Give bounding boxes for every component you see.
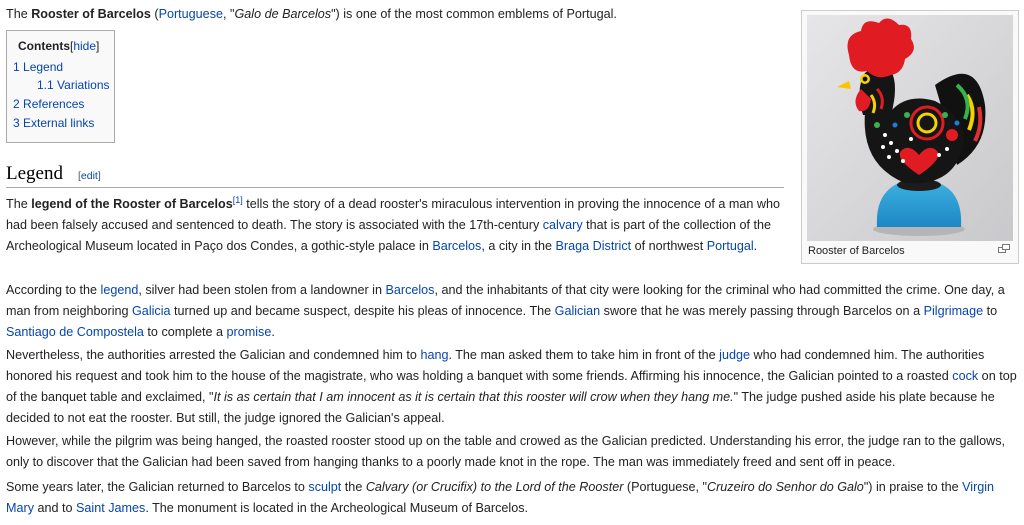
- toc-item-label: References: [23, 97, 85, 111]
- rooster-illustration: [807, 15, 1013, 241]
- text: to complete a: [143, 325, 227, 339]
- link-hang[interactable]: hang: [420, 348, 448, 362]
- italic-portuguese-name: Cruzeiro do Senhor do Galo: [706, 480, 864, 494]
- link-legend[interactable]: legend: [101, 283, 139, 297]
- link-promise[interactable]: promise: [227, 325, 272, 339]
- link-galicia[interactable]: Galicia: [132, 304, 171, 318]
- section-edit: [edit]: [78, 170, 101, 182]
- article-subject: Rooster of Barcelos: [31, 7, 151, 21]
- toc-item-variations[interactable]: 1.1 Variations: [37, 78, 110, 92]
- toc-item-references[interactable]: 2 References: [13, 97, 84, 111]
- link-sculpt[interactable]: sculpt: [308, 480, 341, 494]
- link-saint-james[interactable]: Saint James: [76, 501, 145, 515]
- table-of-contents: Contents [hide] 1 Legend 1.1 Variations …: [6, 30, 115, 143]
- link-santiago-de-compostela[interactable]: Santiago de Compostela: [6, 325, 144, 339]
- toc-title: Contents: [18, 39, 70, 53]
- link-barcelos[interactable]: Barcelos: [385, 283, 434, 297]
- toc-item-number: 1.1: [37, 78, 54, 92]
- bracket: ]: [96, 39, 100, 53]
- text: (Portuguese, ": [623, 480, 707, 494]
- text: According to the: [6, 283, 101, 297]
- toc-item-external-links[interactable]: 3 External links: [13, 116, 94, 130]
- italic-title: Calvary (or Crucifix) to the Lord of the…: [365, 480, 624, 494]
- toc-item-label: External links: [23, 116, 95, 130]
- text: .: [271, 325, 275, 339]
- thumbnail-caption: Rooster of Barcelos: [808, 245, 905, 257]
- toc-item-label: Legend: [23, 60, 64, 74]
- toc-item-number: 1: [13, 60, 20, 74]
- link-braga-district[interactable]: Braga District: [556, 239, 632, 253]
- text: Nevertheless, the authorities arrested t…: [6, 348, 421, 362]
- text: . The monument is located in the Archeol…: [145, 501, 528, 515]
- text: , a city in the: [481, 239, 556, 253]
- toc-item-number: 3: [13, 116, 20, 130]
- link-judge[interactable]: judge: [719, 348, 750, 362]
- intro-italic: Galo de Barcelos: [234, 7, 332, 21]
- text: Some years later, the Galician returned …: [6, 480, 309, 494]
- link-galician[interactable]: Galician: [555, 304, 601, 318]
- text: .: [753, 239, 758, 253]
- paragraph-2: According to the legend, silver had been…: [6, 280, 1020, 343]
- text: The: [6, 197, 32, 211]
- toc-item-legend[interactable]: 1 Legend: [13, 60, 63, 74]
- link-barcelos[interactable]: Barcelos: [432, 239, 481, 253]
- intro-text: (: [150, 7, 159, 21]
- article-content: The Rooster of Barcelos (Portuguese, "Ga…: [0, 0, 1024, 525]
- toc-hide-toggle: [hide]: [70, 39, 99, 53]
- text: turned up and became suspect, despite hi…: [170, 304, 555, 318]
- intro-text: , ": [223, 7, 235, 21]
- text: to: [983, 304, 998, 318]
- link-portuguese[interactable]: Portuguese: [159, 7, 223, 21]
- intro-text: ") is one of the most common emblems of …: [331, 7, 617, 21]
- link-portugal[interactable]: Portugal: [707, 239, 754, 253]
- link-cock[interactable]: cock: [952, 369, 978, 383]
- section-title: Legend: [6, 163, 63, 184]
- text: . The man asked them to take him in fron…: [448, 348, 720, 362]
- text: the: [341, 480, 366, 494]
- toc-hide-link[interactable]: hide: [73, 39, 96, 53]
- text: of northwest: [631, 239, 707, 253]
- section-heading-legend: Legend [edit]: [6, 163, 784, 188]
- toc-item-number: 2: [13, 97, 20, 111]
- reference-link[interactable]: [1]: [233, 195, 243, 205]
- text: ") in praise to the: [863, 480, 963, 494]
- text: and to: [34, 501, 77, 515]
- paragraph-5: Some years later, the Galician returned …: [6, 477, 1020, 519]
- text: However, while the pilgrim was being han…: [6, 434, 1006, 469]
- quote-italic: It is as certain that I am innocent as i…: [213, 390, 734, 404]
- intro-text: The: [6, 7, 32, 21]
- toc-item-label: Variations: [57, 78, 110, 92]
- intro-paragraph: The Rooster of Barcelos (Portuguese, "Ga…: [6, 4, 786, 25]
- text: swore that he was merely passing through…: [600, 304, 924, 318]
- text: , silver had been stolen from a landowne…: [138, 283, 386, 297]
- link-pilgrimage[interactable]: Pilgrimage: [924, 304, 984, 318]
- bracket: ]: [97, 170, 101, 182]
- rooster-image[interactable]: [807, 15, 1013, 241]
- paragraph-1: The legend of the Rooster of Barcelos[1]…: [6, 194, 786, 257]
- magnify-clip-icon[interactable]: [998, 244, 1010, 256]
- legend-bold-term: legend of the Rooster of Barcelos: [31, 197, 233, 211]
- edit-section-link[interactable]: edit: [81, 170, 98, 182]
- enlarge-icon: [998, 244, 1010, 253]
- paragraph-4: However, while the pilgrim was being han…: [6, 431, 1020, 473]
- thumbnail-figure: Rooster of Barcelos: [801, 10, 1019, 264]
- link-calvary[interactable]: calvary: [543, 218, 583, 232]
- paragraph-3: Nevertheless, the authorities arrested t…: [6, 345, 1020, 429]
